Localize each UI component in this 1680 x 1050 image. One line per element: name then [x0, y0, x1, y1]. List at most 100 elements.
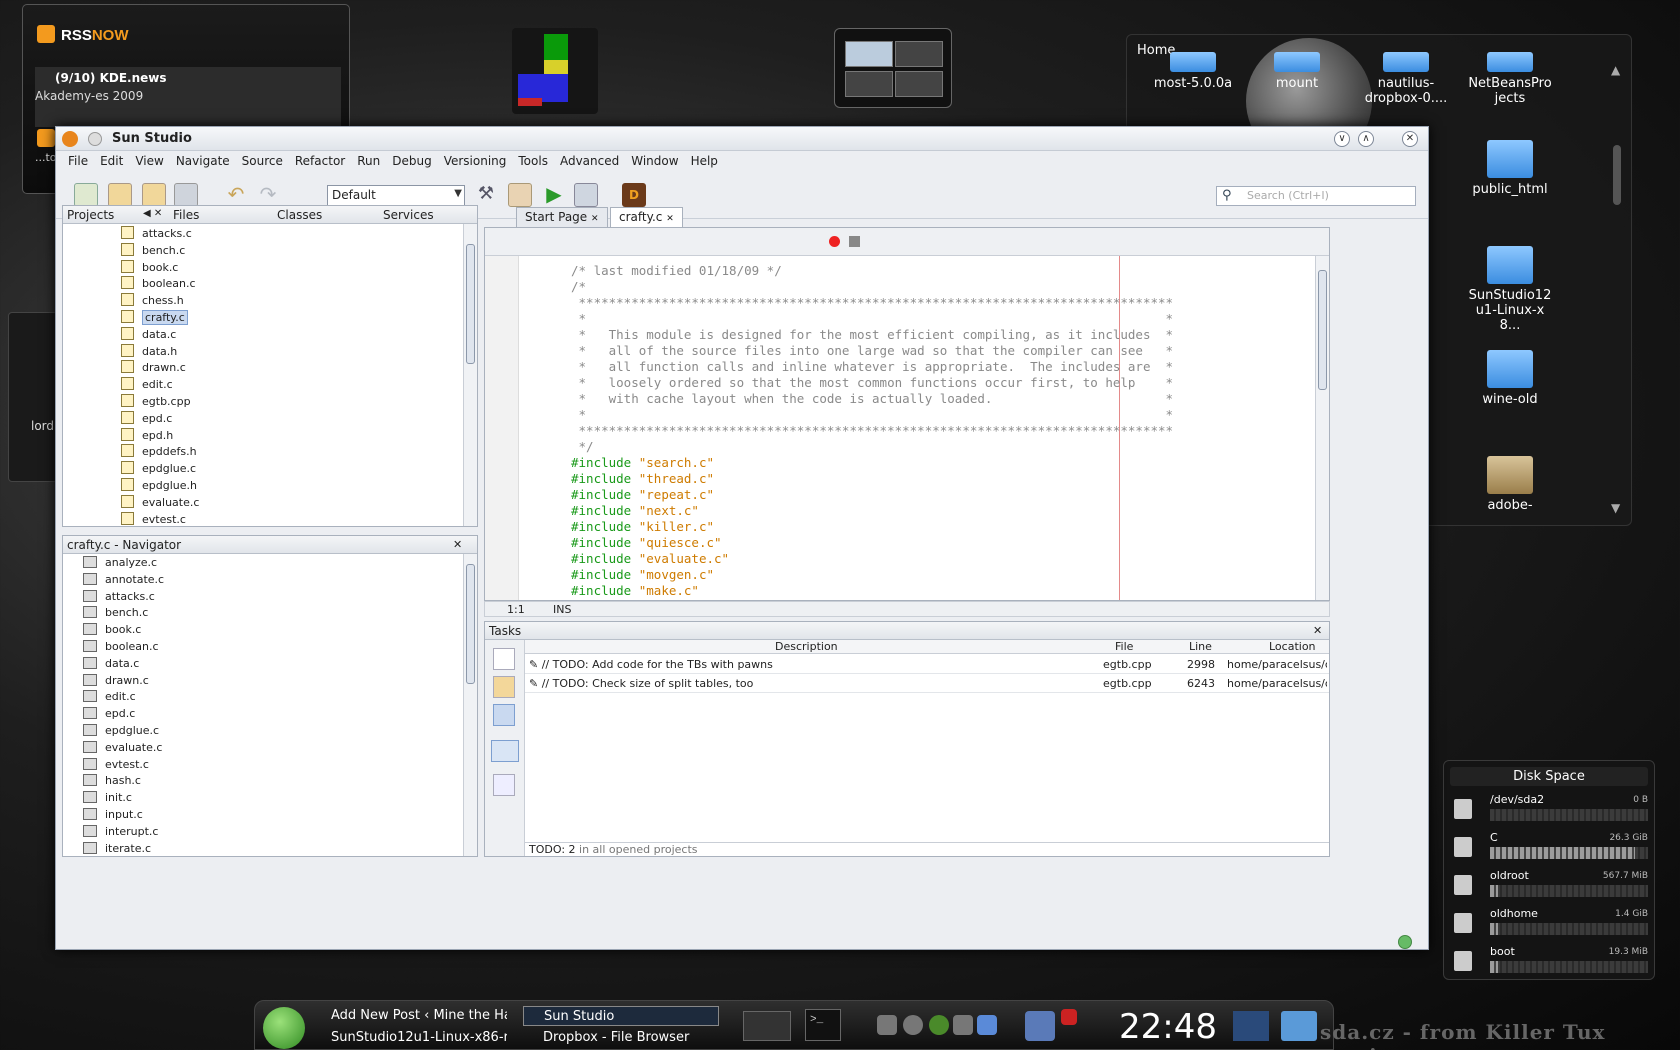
menu-tools[interactable]: Tools: [512, 151, 554, 171]
clean-build-icon[interactable]: [508, 183, 532, 207]
task-all-projects-icon[interactable]: [493, 704, 515, 726]
navigator-item[interactable]: input.c: [83, 808, 143, 825]
pager-mini[interactable]: [743, 1011, 791, 1041]
folder-netbeansprojects[interactable]: NetBeansProjects: [1465, 52, 1555, 106]
task-row[interactable]: ✎ // TODO: Add code for the TBs with paw…: [525, 656, 1329, 674]
tab-start-page[interactable]: Start Page ✕: [516, 207, 608, 227]
navigator-item[interactable]: edit.c: [83, 690, 136, 707]
navigator-item[interactable]: epd.c: [83, 707, 135, 724]
project-file-item[interactable]: chess.h: [121, 293, 184, 310]
power-icon[interactable]: [1061, 1009, 1077, 1025]
project-file-item[interactable]: edit.c: [121, 377, 173, 394]
close-icon[interactable]: ✕: [666, 214, 674, 224]
task-sun-studio[interactable]: Sun Studio: [523, 1006, 719, 1026]
code-editor[interactable]: /* last modified 01/18/09 *//* *********…: [571, 263, 1371, 601]
desktop-pager[interactable]: [834, 28, 952, 108]
menu-navigate[interactable]: Navigate: [170, 151, 236, 171]
minimize-button[interactable]: ∨: [1334, 131, 1350, 147]
filter-icon[interactable]: [491, 740, 519, 762]
navigator-item[interactable]: hash.c: [83, 774, 141, 791]
scroll-down-icon[interactable]: ▼: [1611, 501, 1620, 515]
disk-row[interactable]: oldhome 1.4 GiB: [1454, 907, 1648, 941]
col-line[interactable]: Line: [1189, 640, 1212, 653]
navigator-item[interactable]: bench.c: [83, 606, 148, 623]
project-file-item[interactable]: data.c: [121, 326, 176, 344]
menu-edit[interactable]: Edit: [94, 151, 129, 171]
debug-icon[interactable]: [574, 183, 598, 207]
home-folder-icon[interactable]: [1281, 1011, 1317, 1041]
pager-desktop-1[interactable]: [845, 41, 893, 67]
file-adobe[interactable]: adobe-: [1465, 456, 1555, 513]
save-all-icon[interactable]: [174, 183, 198, 207]
build-icon[interactable]: ⚒: [474, 183, 498, 207]
maximize-button[interactable]: ∧: [1358, 131, 1374, 147]
nvidia-icon[interactable]: [929, 1015, 949, 1035]
project-file-item[interactable]: evtest.c: [121, 511, 186, 529]
project-file-item[interactable]: attacks.c: [121, 226, 192, 243]
menu-source[interactable]: Source: [236, 151, 289, 171]
navigator-item[interactable]: data.c: [83, 656, 139, 674]
undo-icon[interactable]: ↶: [224, 183, 248, 207]
folder-public-html[interactable]: public_html: [1465, 140, 1555, 197]
project-file-item[interactable]: epd.c: [121, 410, 172, 428]
disk-row[interactable]: oldroot 567.7 MiB: [1454, 869, 1648, 903]
new-file-icon[interactable]: [74, 183, 98, 207]
disk-row[interactable]: boot 19.3 MiB: [1454, 945, 1648, 979]
dropbox-icon[interactable]: [977, 1015, 997, 1035]
window-titlebar[interactable]: Sun Studio ∨ ∧ ✕: [56, 127, 1428, 151]
menu-versioning[interactable]: Versioning: [438, 151, 513, 171]
menu-view[interactable]: View: [129, 151, 169, 171]
clipboard-icon[interactable]: [877, 1015, 897, 1035]
folder-view-scrollbar[interactable]: [1613, 145, 1621, 205]
navigator-item[interactable]: boolean.c: [83, 640, 159, 657]
tab-projects[interactable]: Projects: [67, 208, 114, 222]
start-menu-button[interactable]: [263, 1007, 305, 1049]
tab-files[interactable]: Files: [173, 208, 199, 222]
panel-controls-icon[interactable]: ◀ ✕: [143, 208, 162, 219]
navigator-scrollbar[interactable]: [463, 554, 477, 856]
project-file-item[interactable]: boolean.c: [121, 276, 196, 293]
tab-crafty-c[interactable]: crafty.c ✕: [610, 207, 683, 227]
configuration-select[interactable]: Default: [327, 185, 465, 207]
menu-run[interactable]: Run: [351, 151, 386, 171]
task-firefox[interactable]: Add New Post ‹ Mine the Har: [311, 1006, 507, 1026]
sticky-icon[interactable]: [88, 132, 102, 146]
pager-desktop-4[interactable]: [895, 71, 943, 97]
projects-scrollbar[interactable]: [463, 224, 477, 526]
folder-sunstudio[interactable]: SunStudio12u1-Linux-x8...: [1465, 246, 1555, 333]
project-file-item[interactable]: crafty.c: [121, 310, 188, 327]
disk-row[interactable]: C 26.3 GiB: [1454, 831, 1648, 865]
open-project-icon[interactable]: [142, 183, 166, 207]
task-row[interactable]: ✎ // TODO: Check size of split tables, t…: [525, 675, 1329, 693]
close-icon[interactable]: ✕: [453, 538, 462, 551]
project-file-item[interactable]: epdglue.c: [121, 461, 196, 478]
close-button[interactable]: ✕: [1402, 131, 1418, 147]
navigator-item[interactable]: analyze.c: [83, 556, 157, 573]
redo-icon[interactable]: ↷: [256, 183, 280, 207]
menu-advanced[interactable]: Advanced: [554, 151, 625, 171]
project-file-item[interactable]: epddefs.h: [121, 444, 197, 461]
dtrace-icon[interactable]: D: [622, 183, 646, 207]
terminal-icon[interactable]: >_: [805, 1009, 841, 1041]
folder-nautilus-dropbox[interactable]: nautilus-dropbox-0....: [1356, 52, 1456, 106]
navigator-item[interactable]: evaluate.c: [83, 740, 162, 758]
menu-help[interactable]: Help: [685, 151, 724, 171]
run-icon[interactable]: ▶: [542, 183, 566, 207]
col-file[interactable]: File: [1115, 640, 1133, 653]
display-icon[interactable]: [1025, 1011, 1055, 1041]
project-file-item[interactable]: epd.h: [121, 427, 173, 445]
stop-macro-icon[interactable]: [849, 236, 860, 247]
col-description[interactable]: Description: [775, 640, 838, 653]
navigator-item[interactable]: init.c: [83, 791, 132, 808]
navigator-item[interactable]: interupt.c: [83, 824, 158, 842]
navigator-item[interactable]: attacks.c: [83, 589, 155, 607]
search-input[interactable]: Search (Ctrl+I): [1216, 186, 1416, 206]
project-file-item[interactable]: bench.c: [121, 242, 185, 260]
tab-classes[interactable]: Classes: [277, 208, 322, 222]
tab-services[interactable]: Services: [383, 208, 434, 222]
task-file-scope-icon[interactable]: [493, 648, 515, 670]
task-sunstudio-rpm[interactable]: SunStudio12u1-Linux-x86-rpm: [311, 1028, 507, 1048]
volume-icon[interactable]: [953, 1015, 973, 1035]
menu-debug[interactable]: Debug: [386, 151, 437, 171]
project-file-item[interactable]: epdglue.h: [121, 478, 197, 495]
